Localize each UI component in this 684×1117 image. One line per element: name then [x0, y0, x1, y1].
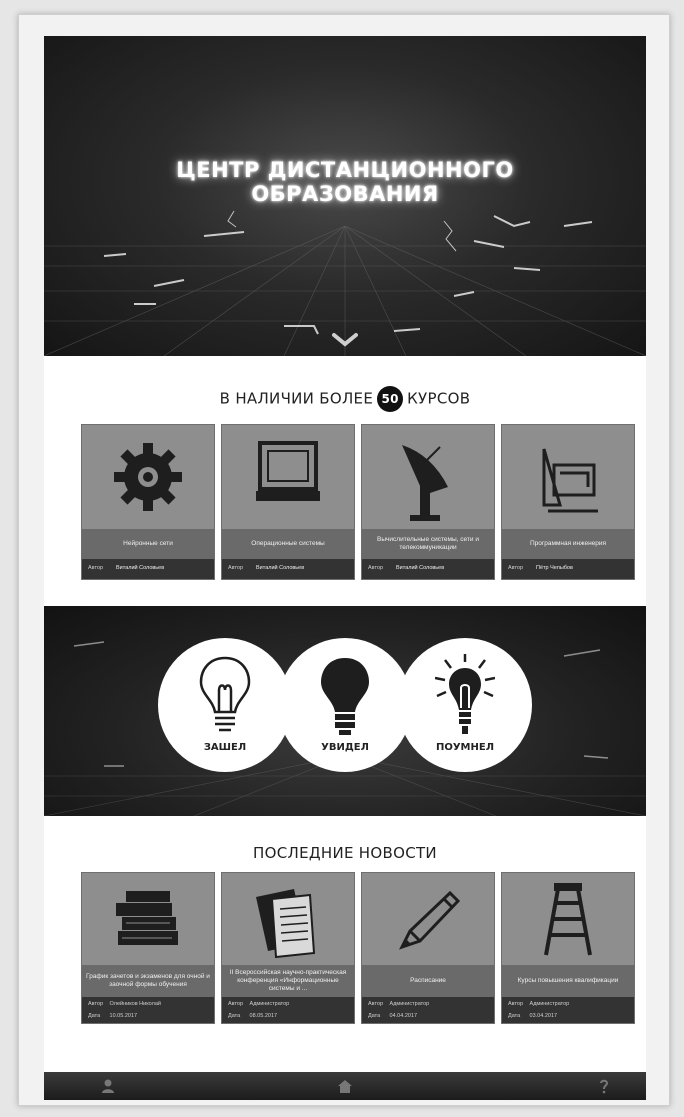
course-card[interactable]: Программная инженерия Автор Пётр Чепыбов [501, 424, 635, 580]
courses-count-badge: 50 [377, 386, 404, 412]
news-author: Олейников Николай [109, 1001, 161, 1007]
course-meta: Автор Виталий Соловьев [222, 559, 354, 579]
news-date: 03.04.2017 [529, 1013, 558, 1019]
course-meta: Автор Пётр Чепыбов [502, 559, 634, 579]
news-date: 04.04.2017 [389, 1013, 418, 1019]
course-meta: Автор Виталий Соловьев [362, 559, 494, 579]
motto-band: ЗАШЕЛ УВИДЕЛ ПОУМНЕЛ [44, 606, 646, 816]
lightbulb-filled-icon [321, 658, 369, 735]
courses-heading-after: КУРСОВ [407, 389, 471, 408]
home-icon[interactable] [337, 1078, 353, 1094]
course-author: Виталий Соловьев [116, 565, 165, 571]
author-label: Автор [88, 1001, 104, 1007]
author-label: Автор [368, 565, 384, 571]
motto-label: УВИДЕЛ [321, 742, 369, 753]
course-title: Операционные системы [222, 529, 354, 559]
hero-title-line1: ЦЕНТР ДИСТАНЦИОННОГО [176, 158, 514, 182]
news-date: 10.05.2017 [109, 1013, 138, 1019]
pencil-icon [399, 890, 461, 950]
hero-title-line2: ОБРАЗОВАНИЯ [251, 182, 439, 206]
course-title: Вычислительные системы, сети и телекомму… [362, 529, 494, 559]
news-date: 08.05.2017 [249, 1013, 278, 1019]
page: ЦЕНТР ДИСТАНЦИОННОГО ОБРАЗОВАНИЯ В НАЛИЧ… [44, 36, 646, 1100]
news-title: График зачетов и экзаменов для очной и з… [82, 965, 214, 997]
monitor-icon [256, 441, 320, 501]
course-title: Программная инженерия [502, 529, 634, 559]
author-label: Автор [88, 565, 104, 571]
lightbulb-glowing-icon [435, 654, 495, 734]
news-cards: График зачетов и экзаменов для очной и з… [81, 872, 637, 1028]
books-icon [116, 891, 178, 945]
motto-label: ПОУМНЕЛ [435, 742, 495, 753]
motto-label: ЗАШЕЛ [203, 742, 247, 753]
course-author: Пётр Чепыбов [536, 565, 573, 571]
news-author: Администратор [529, 1001, 570, 1007]
user-icon[interactable] [100, 1078, 116, 1094]
author-label: Автор [508, 565, 524, 571]
hero-title: ЦЕНТР ДИСТАНЦИОННОГО ОБРАЗОВАНИЯ [44, 158, 646, 206]
ladder-icon [544, 883, 592, 956]
date-label: Дата [228, 1013, 241, 1019]
course-author: Виталий Соловьев [396, 565, 445, 571]
news-title: II Всероссийская научно-практическая кон… [222, 965, 354, 997]
lightbulb-outline-icon [199, 656, 251, 732]
motto-circle[interactable]: ПОУМНЕЛ [398, 638, 532, 772]
course-title: Нейронные сети [82, 529, 214, 559]
news-card[interactable]: Курсы повышения квалификации Автор Админ… [501, 872, 635, 1024]
course-card[interactable]: Вычислительные системы, сети и телекомму… [361, 424, 495, 580]
question-icon[interactable] [596, 1078, 612, 1094]
news-meta: Автор Администратор Дата 03.04.2017 [502, 997, 634, 1023]
date-label: Дата [88, 1013, 101, 1019]
drafting-tools-icon [542, 448, 598, 513]
documents-icon [256, 889, 316, 959]
news-title: Курсы повышения квалификации [502, 965, 634, 997]
news-meta: Автор Администратор Дата 08.05.2017 [222, 997, 354, 1023]
chevron-down-icon[interactable] [332, 332, 358, 348]
news-meta: Автор Администратор Дата 04.04.2017 [362, 997, 494, 1023]
course-cards: Нейронные сети Автор Виталий Соловьев Оп… [81, 424, 637, 580]
course-author: Виталий Соловьев [256, 565, 305, 571]
date-label: Дата [508, 1013, 521, 1019]
news-title: Расписание [362, 965, 494, 997]
news-meta: Автор Олейников Николай Дата 10.05.2017 [82, 997, 214, 1023]
bottom-bar [44, 1072, 646, 1100]
satellite-dish-icon [402, 445, 448, 521]
motto-circle[interactable]: УВИДЕЛ [278, 638, 412, 772]
courses-heading: В НАЛИЧИИ БОЛЕЕ 50 КУРСОВ [44, 386, 646, 412]
courses-heading-before: В НАЛИЧИИ БОЛЕЕ [219, 389, 374, 408]
news-heading: ПОСЛЕДНИЕ НОВОСТИ [253, 844, 437, 862]
motto-circle[interactable]: ЗАШЕЛ [158, 638, 292, 772]
course-card[interactable]: Операционные системы Автор Виталий Солов… [221, 424, 355, 580]
news-card[interactable]: Расписание Автор Администратор Дата 04.0… [361, 872, 495, 1024]
author-label: Автор [508, 1001, 524, 1007]
author-label: Автор [228, 565, 244, 571]
news-card[interactable]: График зачетов и экзаменов для очной и з… [81, 872, 215, 1024]
date-label: Дата [368, 1013, 381, 1019]
course-meta: Автор Виталий Соловьев [82, 559, 214, 579]
news-author: Администратор [389, 1001, 430, 1007]
gear-icon [114, 443, 182, 511]
course-card[interactable]: Нейронные сети Автор Виталий Соловьев [81, 424, 215, 580]
news-author: Администратор [249, 1001, 290, 1007]
hero-banner: ЦЕНТР ДИСТАНЦИОННОГО ОБРАЗОВАНИЯ [44, 36, 646, 356]
author-label: Автор [228, 1001, 244, 1007]
author-label: Автор [368, 1001, 384, 1007]
news-card[interactable]: II Всероссийская научно-практическая кон… [221, 872, 355, 1024]
